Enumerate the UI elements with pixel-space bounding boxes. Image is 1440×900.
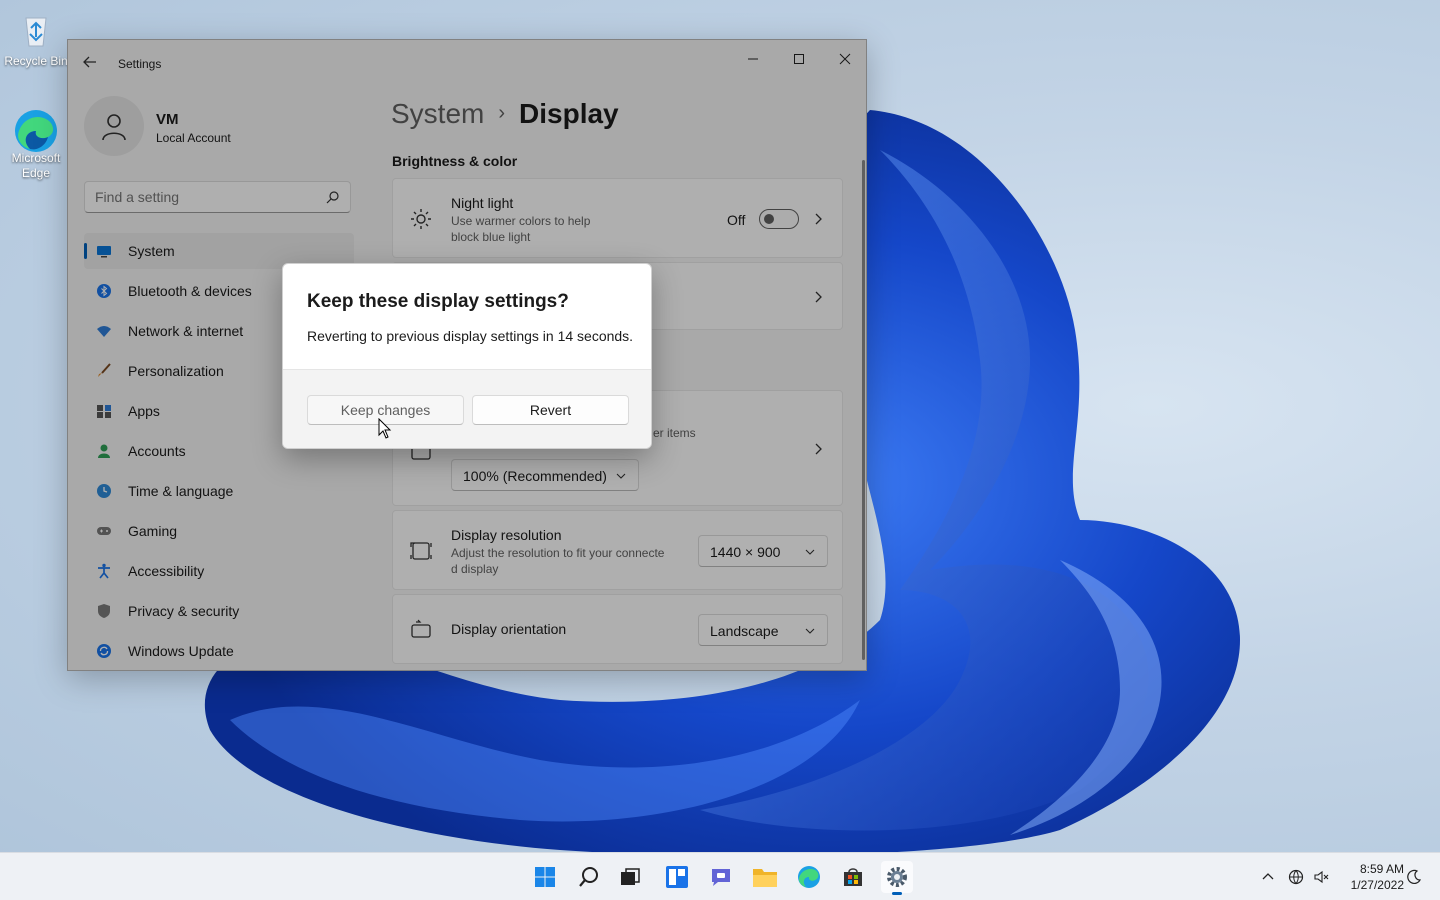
search-icon — [579, 867, 598, 887]
file-explorer-button[interactable] — [749, 861, 781, 893]
widgets-icon — [666, 866, 688, 888]
widgets-button[interactable] — [661, 861, 693, 893]
edge-icon — [15, 107, 57, 152]
settings-icon — [887, 867, 907, 887]
dialog-footer: Keep changes Revert — [283, 369, 651, 448]
task-view-icon — [621, 868, 640, 885]
start-icon — [535, 867, 555, 887]
taskbar: 8:59 AM 1/27/2022 — [0, 852, 1440, 900]
recycle-bin-icon — [16, 10, 56, 50]
taskbar-search-button[interactable] — [573, 861, 605, 893]
chat-button[interactable] — [705, 861, 737, 893]
start-button[interactable] — [529, 861, 561, 893]
edge-icon — [798, 866, 820, 888]
desktop-icon-edge[interactable]: Microsoft Edge — [0, 107, 72, 181]
clock-time: 8:59 AM — [1359, 862, 1404, 876]
edge-button[interactable] — [793, 861, 825, 893]
revert-button[interactable]: Revert — [472, 395, 629, 425]
file-explorer-icon — [753, 869, 777, 887]
dialog-message: Reverting to previous display settings i… — [307, 328, 634, 344]
notifications-moon-icon[interactable] — [1406, 869, 1422, 885]
desktop-icon-recycle-bin[interactable]: Recycle Bin — [0, 10, 72, 69]
store-icon — [844, 868, 862, 886]
mouse-cursor-icon — [378, 418, 392, 439]
active-app-indicator — [892, 892, 902, 895]
desktop-icon-label: Microsoft — [11, 151, 61, 165]
clock-date: 1/27/2022 — [1350, 878, 1404, 892]
task-view-button[interactable] — [614, 861, 646, 893]
settings-taskbar-button[interactable] — [881, 861, 913, 895]
network-globe-icon[interactable] — [1288, 869, 1304, 885]
chat-icon — [712, 869, 730, 886]
taskbar-clock[interactable]: 8:59 AM 1/27/2022 — [1336, 861, 1404, 893]
chevron-up-icon[interactable] — [1260, 869, 1276, 885]
desktop-icon-label: Edge — [21, 166, 51, 180]
desktop-icon-label: Recycle Bin — [4, 54, 68, 68]
keep-display-settings-dialog: Keep these display settings? Reverting t… — [282, 263, 652, 449]
dialog-title: Keep these display settings? — [307, 291, 569, 312]
volume-muted-icon[interactable] — [1313, 869, 1329, 885]
store-button[interactable] — [837, 861, 869, 893]
